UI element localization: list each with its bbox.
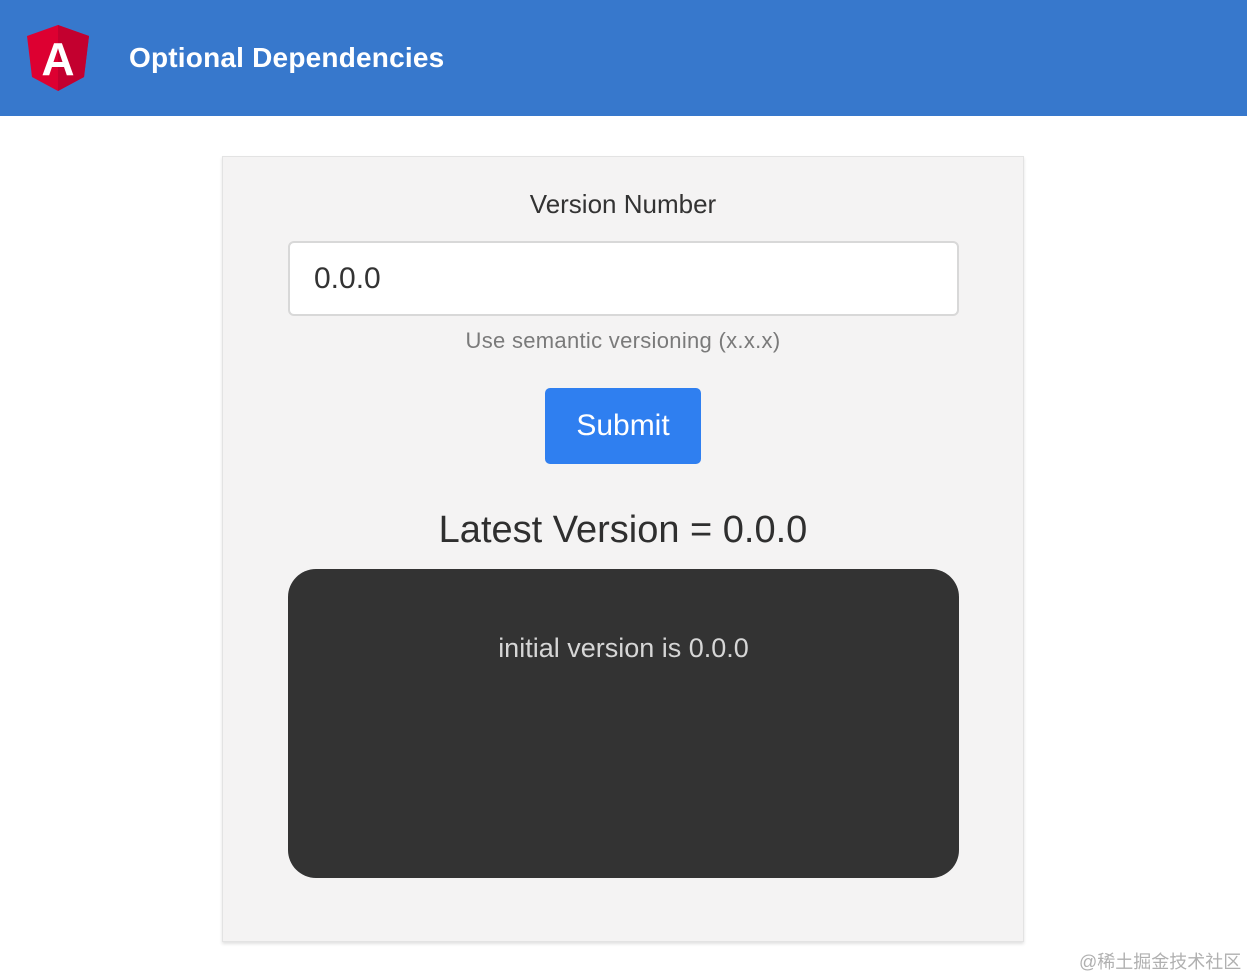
app-title: Optional Dependencies <box>129 42 445 73</box>
latest-version-heading: Latest Version = 0.0.0 <box>438 509 808 551</box>
log-panel: initial version is 0.0.0 <box>288 569 959 878</box>
logo-letter: A <box>41 33 74 85</box>
version-hint: Use semantic versioning (x.x.x) <box>465 328 781 353</box>
version-form-card: Version Number Use semantic versioning (… <box>222 156 1024 942</box>
angular-logo-icon: A <box>27 25 89 91</box>
app-header: A Optional Dependencies <box>0 0 1247 116</box>
version-number-label: Version Number <box>529 189 717 219</box>
submit-button[interactable]: Submit <box>545 388 701 464</box>
log-line: initial version is 0.0.0 <box>498 633 749 663</box>
watermark: @稀土掘金技术社区 <box>1079 952 1242 972</box>
version-input[interactable] <box>288 241 959 316</box>
